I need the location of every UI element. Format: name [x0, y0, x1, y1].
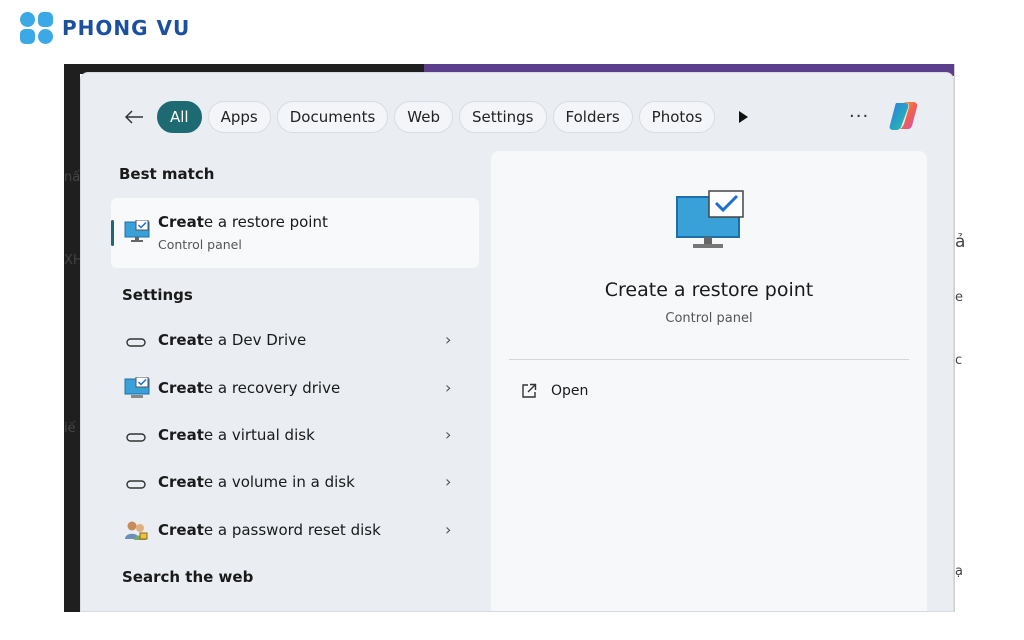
chevron-right-icon: › — [445, 330, 452, 349]
arrow-left-icon — [124, 110, 143, 124]
preview-title: Create a restore point — [604, 279, 814, 301]
list-item[interactable]: Create a volume in a disk › — [111, 460, 479, 506]
best-match-subtitle: Control panel — [158, 237, 242, 252]
search-panel: All Apps Documents Web Settings Folders … — [80, 72, 954, 612]
list-item-label: Create a recovery drive — [158, 379, 341, 397]
logo-mark-icon — [18, 10, 56, 46]
filter-chip-all[interactable]: All — [157, 101, 202, 133]
copilot-icon[interactable] — [887, 99, 921, 133]
brand-logo: PHONG VU — [18, 10, 190, 46]
selection-indicator — [111, 220, 114, 246]
best-match-heading: Best match — [119, 165, 215, 183]
background-text: nấ — [64, 170, 81, 185]
list-item[interactable]: Create a Dev Drive › — [111, 318, 479, 364]
preview-subtitle: Control panel — [665, 311, 753, 326]
list-item[interactable]: Create a password reset disk › — [111, 508, 479, 554]
more-filters-button[interactable] — [733, 111, 753, 123]
drive-icon — [126, 338, 146, 347]
filter-chip-photos[interactable]: Photos — [638, 101, 716, 133]
list-item[interactable]: Create a virtual disk › — [111, 413, 479, 459]
users-icon — [125, 521, 148, 540]
chevron-right-icon: › — [445, 425, 452, 444]
background-page-edge — [954, 64, 961, 612]
play-icon — [739, 111, 749, 123]
background-text: iế — [64, 421, 76, 436]
filter-chip-settings[interactable]: Settings — [458, 101, 547, 133]
drive-icon — [126, 433, 146, 442]
list-item-label: Create a virtual disk — [158, 426, 315, 444]
restore-point-icon — [124, 220, 150, 242]
background-text: ạ — [955, 564, 963, 579]
best-match-item[interactable]: Create a restore point Control panel — [111, 198, 479, 268]
search-web-heading: Search the web — [122, 568, 254, 586]
chevron-right-icon: › — [445, 472, 452, 491]
background-text: ả — [955, 232, 966, 252]
open-label: Open — [551, 383, 589, 399]
background-text: c — [955, 353, 963, 368]
chevron-right-icon: › — [445, 520, 452, 539]
list-item-label: Create a password reset disk — [158, 521, 381, 539]
chevron-right-icon: › — [445, 378, 452, 397]
background-text: e — [955, 290, 963, 305]
settings-heading: Settings — [122, 286, 193, 304]
filter-chip-documents[interactable]: Documents — [276, 101, 389, 133]
back-button[interactable] — [119, 102, 149, 132]
filter-chip-folders[interactable]: Folders — [552, 101, 633, 133]
filter-chip-web[interactable]: Web — [394, 101, 453, 133]
filter-chip-apps[interactable]: Apps — [207, 101, 271, 133]
list-item[interactable]: Create a recovery drive › — [111, 366, 479, 412]
more-options-button[interactable]: ··· — [849, 106, 869, 127]
restore-point-icon — [676, 190, 744, 248]
list-item-label: Create a Dev Drive — [158, 331, 307, 349]
background-window-edge — [64, 64, 80, 612]
divider — [509, 359, 909, 360]
recovery-drive-icon — [124, 377, 150, 398]
brand-name: PHONG VU — [62, 16, 191, 40]
open-external-icon — [522, 383, 537, 398]
best-match-title: Create a restore point — [158, 213, 328, 231]
list-item-label: Create a volume in a disk — [158, 473, 355, 491]
drive-icon — [126, 480, 146, 489]
preview-pane: Create a restore point Control panel Ope… — [491, 151, 927, 611]
filter-bar: All Apps Documents Web Settings Folders … — [119, 99, 753, 135]
open-action[interactable]: Open — [521, 383, 588, 399]
